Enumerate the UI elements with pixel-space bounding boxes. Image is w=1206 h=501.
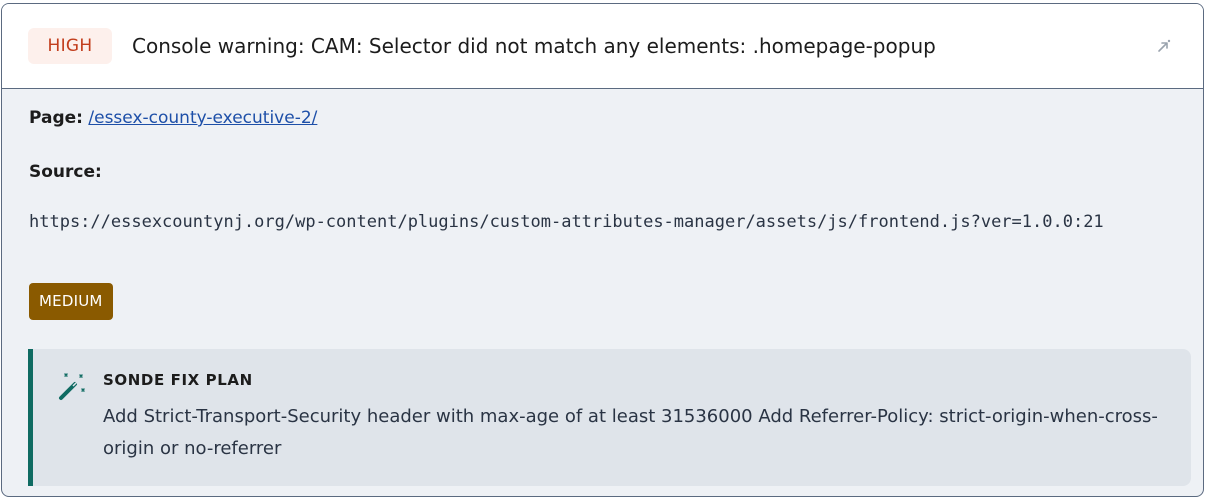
issue-card: HIGH Console warning: CAM: Selector did … bbox=[1, 3, 1204, 497]
fix-plan-panel: SONDE FIX PLAN Add Strict-Transport-Secu… bbox=[28, 349, 1191, 486]
fix-plan-title: SONDE FIX PLAN bbox=[103, 371, 253, 389]
source-label: Source: bbox=[29, 162, 102, 182]
fix-plan-text: Add Strict-Transport-Security header wit… bbox=[103, 406, 1158, 459]
page-row: Page: /essex-county-executive-2/ bbox=[29, 106, 317, 130]
page-label: Page: bbox=[29, 108, 83, 128]
severity-badge: HIGH bbox=[28, 28, 112, 64]
issue-header[interactable]: HIGH Console warning: CAM: Selector did … bbox=[2, 4, 1203, 89]
page-link[interactable]: /essex-county-executive-2/ bbox=[88, 108, 317, 128]
issue-title: Console warning: CAM: Selector did not m… bbox=[132, 34, 936, 58]
arrow-expand-icon[interactable] bbox=[1155, 37, 1173, 55]
issue-details: Page: /essex-county-executive-2/ Source:… bbox=[2, 89, 1203, 496]
priority-badge: MEDIUM bbox=[29, 283, 113, 320]
magic-wand-icon bbox=[59, 373, 85, 400]
source-url: https://essexcountynj.org/wp-content/plu… bbox=[29, 212, 1104, 232]
